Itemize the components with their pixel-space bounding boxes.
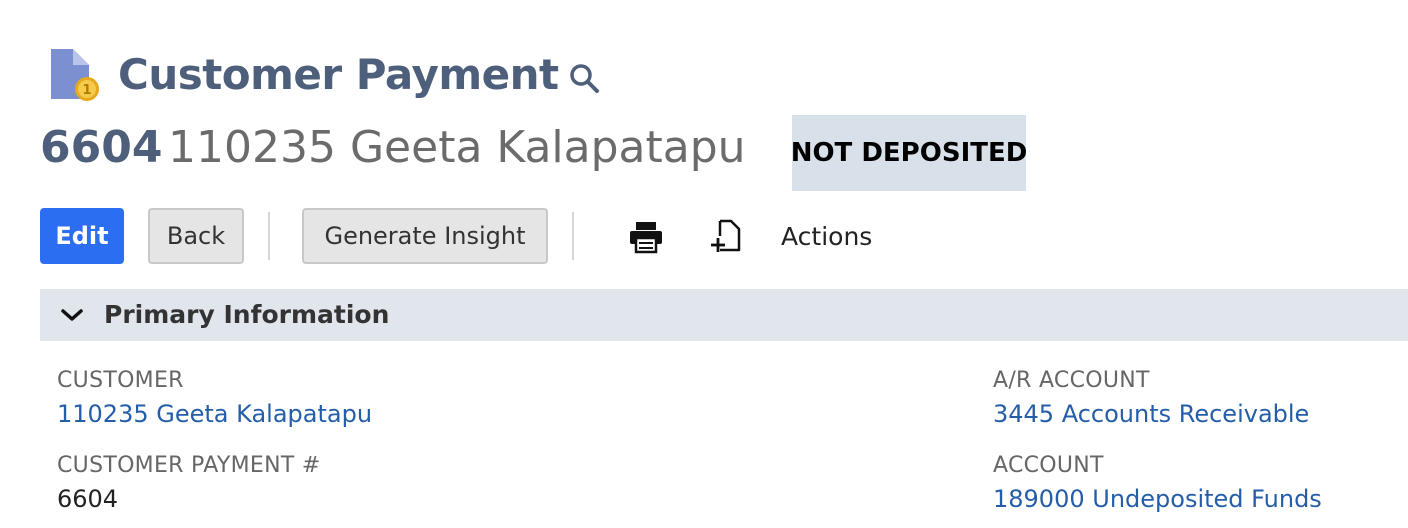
edit-button[interactable]: Edit bbox=[40, 208, 124, 264]
page-title: Customer Payment bbox=[118, 50, 559, 99]
actions-menu[interactable]: Actions bbox=[781, 218, 872, 256]
svg-text:1: 1 bbox=[82, 83, 91, 98]
customer-label: CUSTOMER bbox=[57, 368, 184, 393]
toolbar-divider bbox=[572, 212, 574, 260]
customer-payment-icon: 1 bbox=[49, 47, 103, 103]
account-label: ACCOUNT bbox=[993, 453, 1104, 478]
generate-insight-button[interactable]: Generate Insight bbox=[302, 208, 548, 264]
record-name: 110235 Geeta Kalapatapu bbox=[168, 122, 746, 173]
customer-link[interactable]: 110235 Geeta Kalapatapu bbox=[57, 398, 372, 430]
account-link[interactable]: 189000 Undeposited Funds bbox=[993, 483, 1322, 515]
section-title: Primary Information bbox=[104, 300, 390, 329]
print-icon[interactable] bbox=[628, 220, 664, 254]
ar-account-label: A/R ACCOUNT bbox=[993, 368, 1150, 393]
search-icon[interactable] bbox=[566, 60, 602, 96]
back-button[interactable]: Back bbox=[148, 208, 244, 264]
customer-payment-number-label: CUSTOMER PAYMENT # bbox=[57, 453, 321, 478]
chevron-down-icon bbox=[60, 305, 84, 325]
customer-payment-number-value: 6604 bbox=[57, 485, 119, 513]
new-document-icon[interactable] bbox=[708, 218, 744, 254]
record-number: 6604 bbox=[40, 122, 163, 173]
toolbar-divider bbox=[268, 212, 270, 260]
primary-information-section-toggle[interactable]: Primary Information bbox=[40, 289, 1408, 341]
ar-account-link[interactable]: 3445 Accounts Receivable bbox=[993, 398, 1309, 430]
status-badge: NOT DEPOSITED bbox=[791, 115, 1027, 191]
